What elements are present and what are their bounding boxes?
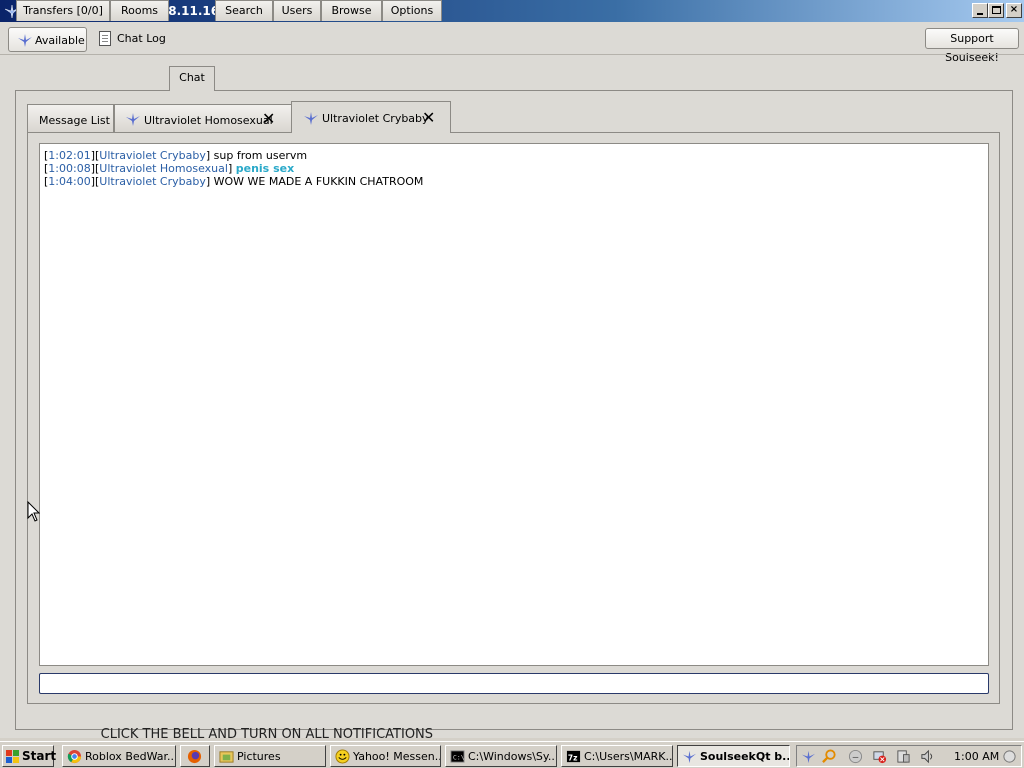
chat-tab-label: Ultraviolet Homosexual [144,114,273,127]
device-icon[interactable] [896,749,911,764]
chat-tab-ultraviolet-crybaby[interactable]: Ultraviolet Crybaby ✕ [291,101,451,133]
maximize-button[interactable] [988,3,1004,18]
message-user[interactable]: Ultraviolet Crybaby [99,175,206,188]
soulseek-bird-icon [126,113,140,126]
overlay-banner-text: _ CLICK THE BELL AND TURN ON ALL NOTIFIC… [90,727,434,739]
taskbar-item-pictures[interactable]: Pictures [214,745,326,767]
message-text: penis sex [235,162,295,175]
taskbar-item-label: Yahoo! Messen... [353,750,441,763]
close-tab-icon[interactable]: ✕ [262,111,275,127]
tab-transfers[interactable]: Transfers [0/0] [16,0,110,21]
tab-rooms[interactable]: Rooms [110,0,169,21]
soulseek-bird-icon [304,112,318,125]
chat-tab-label: Message List [39,114,110,127]
chat-message: [1:04:00][Ultraviolet Crybaby] WOW WE MA… [44,175,424,188]
message-time: 1:00:08 [48,162,91,175]
system-tray: 1:00 AM [796,745,1022,767]
soulseek-window: SoulseekQt build 2018.11.16 [Ultraviolet… [0,0,1024,738]
tab-chat[interactable]: Chat [169,66,215,91]
show-desktop-icon[interactable] [1002,749,1017,764]
start-button[interactable]: Start [2,745,57,767]
chat-message: [1:00:08][Ultraviolet Homosexual] penis … [44,162,295,175]
status-available-button[interactable]: Available [8,27,87,52]
tab-users[interactable]: Users [273,0,321,21]
soulseek-bird-icon [682,750,697,764]
firefox-icon [187,749,202,764]
7zip-icon: 7z [566,750,581,762]
taskbar-item-label: Pictures [237,750,281,763]
taskbar-item-label: SoulseekQt b... [700,750,790,763]
chat-input[interactable] [39,673,989,694]
tab-search[interactable]: Search [215,0,273,21]
soulseek-bird-icon [18,34,32,47]
tab-options[interactable]: Options [382,0,442,21]
volume-icon[interactable] [920,749,935,764]
search-magnifier-icon[interactable] [822,749,837,764]
message-text: WOW WE MADE A FUKKIN CHATROOM [213,175,424,188]
soulseek-tray-icon[interactable] [801,749,816,764]
chat-tab-message-list[interactable]: Message List [27,104,114,132]
message-time: 1:02:01 [48,149,91,162]
start-label: Start [22,749,57,763]
message-user[interactable]: Ultraviolet Homosexual [99,162,228,175]
taskbar-item-soulseek[interactable]: SoulseekQt b... [677,745,790,767]
message-text: sup from uservm [213,149,308,162]
taskbar-item-yahoo-messenger[interactable]: Yahoo! Messen... [330,745,441,767]
close-tab-icon[interactable]: ✕ [422,110,435,126]
svg-text:C:\: C:\ [453,753,465,761]
chat-log-icon[interactable] [99,31,111,46]
network-error-icon[interactable] [872,749,887,764]
console-icon: C:\ [450,750,465,763]
support-soulseek-button[interactable]: Support Soulseek! [925,28,1019,64]
taskbar-item-label: Roblox BedWar... [85,750,176,763]
taskbar: Start Roblox BedWar... Pictures Yahoo! M… [0,741,1024,768]
taskbar-item-firefox[interactable] [180,745,210,767]
tab-browse[interactable]: Browse [321,0,382,21]
chat-tab-label: Ultraviolet Crybaby [322,112,429,125]
svg-text:7z: 7z [568,753,578,762]
minimize-button[interactable] [972,3,988,18]
chat-messages[interactable]: [1:02:01][Ultraviolet Crybaby] sup from … [39,143,989,666]
windows-flag-icon [6,750,19,763]
status-smiley-icon[interactable] [848,749,863,764]
taskbar-item-console[interactable]: C:\ C:\Windows\Sy... [445,745,557,767]
taskbar-item-label: C:\Users\MARK... [584,750,673,763]
status-label: Available [35,34,85,47]
toolbar-separator [0,54,1024,55]
chrome-icon [67,749,82,764]
chat-tab-ultraviolet-homosexual[interactable]: Ultraviolet Homosexual ✕ [114,104,292,132]
taskbar-clock[interactable]: 1:00 AM [954,750,999,763]
message-user[interactable]: Ultraviolet Crybaby [99,149,206,162]
mouse-pointer-icon [27,501,40,522]
taskbar-item-7zip[interactable]: 7z C:\Users\MARK... [561,745,673,767]
chat-log-button[interactable]: Chat Log [117,32,166,45]
message-time: 1:04:00 [48,175,91,188]
yahoo-messenger-icon [335,749,350,764]
taskbar-item-roblox[interactable]: Roblox BedWar... [62,745,176,767]
close-button[interactable]: × [1006,3,1022,18]
taskbar-item-label: C:\Windows\Sy... [468,750,557,763]
folder-icon [219,751,234,763]
chat-message: [1:02:01][Ultraviolet Crybaby] sup from … [44,149,308,162]
